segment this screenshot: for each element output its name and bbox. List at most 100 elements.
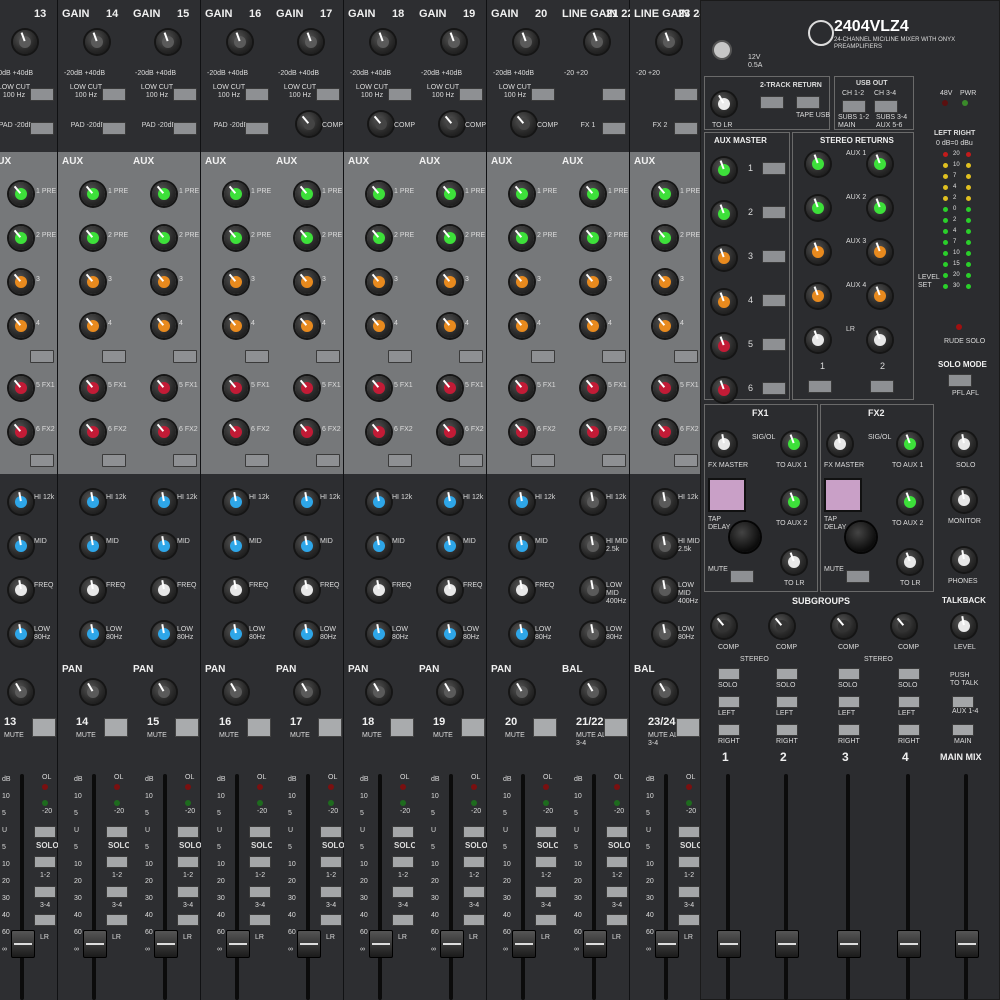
fx-aux56-button[interactable] — [531, 454, 555, 467]
aux-send-knob[interactable] — [224, 314, 248, 338]
assign-34-button[interactable] — [106, 886, 128, 898]
pan-knob[interactable] — [581, 680, 605, 704]
eq-knob[interactable] — [510, 578, 534, 602]
pre-button[interactable] — [388, 350, 412, 363]
aux-send-knob[interactable] — [224, 376, 248, 400]
assign-34-button[interactable] — [392, 886, 414, 898]
pad-button[interactable] — [102, 122, 126, 135]
aux-send-knob[interactable] — [152, 226, 176, 250]
eq-knob[interactable] — [581, 534, 605, 558]
channel-fader[interactable] — [154, 930, 178, 958]
stereo-return-1-solo-button[interactable] — [808, 380, 832, 393]
pre-button[interactable] — [30, 350, 54, 363]
aux-send-knob[interactable] — [367, 420, 391, 444]
assign-34-button[interactable] — [606, 886, 628, 898]
aux-master-solo-button[interactable] — [762, 206, 786, 219]
fx-to-lr-knob[interactable] — [898, 550, 922, 574]
eq-knob[interactable] — [653, 534, 677, 558]
two-track-solo-button[interactable] — [760, 96, 784, 109]
assign-lr-button[interactable] — [249, 914, 271, 926]
assign-lr-button[interactable] — [34, 914, 56, 926]
eq-knob[interactable] — [224, 534, 248, 558]
gain-knob[interactable] — [228, 30, 252, 54]
aux-send-knob[interactable] — [653, 314, 677, 338]
stereo-return-left-knob[interactable] — [806, 152, 830, 176]
aux-send-knob[interactable] — [653, 182, 677, 206]
eq-knob[interactable] — [367, 534, 391, 558]
subgroup-comp-knob[interactable] — [832, 614, 856, 638]
low-cut-button[interactable] — [173, 88, 197, 101]
fx-program-knob[interactable] — [846, 522, 876, 552]
eq-knob[interactable] — [367, 622, 391, 646]
channel-fader[interactable] — [583, 930, 607, 958]
fx-master-knob[interactable] — [712, 432, 736, 456]
subgroup-fader[interactable] — [775, 930, 799, 958]
aux-master-knob[interactable] — [712, 290, 736, 314]
solo-button[interactable] — [535, 826, 557, 838]
gain-knob[interactable] — [585, 30, 609, 54]
eq-knob[interactable] — [9, 490, 33, 514]
aux-send-knob[interactable] — [510, 420, 534, 444]
aux-master-knob[interactable] — [712, 202, 736, 226]
mute-button[interactable] — [104, 718, 128, 737]
subgroup-left-button[interactable] — [838, 696, 860, 708]
pan-knob[interactable] — [9, 680, 33, 704]
assign-12-button[interactable] — [34, 856, 56, 868]
low-cut-button[interactable] — [531, 88, 555, 101]
low-cut-button[interactable] — [316, 88, 340, 101]
aux-master-knob[interactable] — [712, 334, 736, 358]
pre-button[interactable] — [459, 350, 483, 363]
low-cut-button[interactable] — [30, 88, 54, 101]
eq-knob[interactable] — [152, 490, 176, 514]
aux-send-knob[interactable] — [581, 182, 605, 206]
mute-button[interactable] — [461, 718, 485, 737]
low-cut-button[interactable] — [674, 88, 698, 101]
channel-fader[interactable] — [226, 930, 250, 958]
aux-send-knob[interactable] — [438, 270, 462, 294]
assign-34-button[interactable] — [249, 886, 271, 898]
channel-fader[interactable] — [11, 930, 35, 958]
aux-send-knob[interactable] — [653, 226, 677, 250]
aux-send-knob[interactable] — [367, 182, 391, 206]
channel-fader[interactable] — [440, 930, 464, 958]
aux-send-knob[interactable] — [367, 270, 391, 294]
eq-knob[interactable] — [367, 578, 391, 602]
subgroup-right-button[interactable] — [898, 724, 920, 736]
aux-send-knob[interactable] — [81, 314, 105, 338]
eq-knob[interactable] — [152, 534, 176, 558]
fx-aux56-button[interactable] — [245, 454, 269, 467]
stereo-return-2-solo-button[interactable] — [870, 380, 894, 393]
eq-knob[interactable] — [581, 490, 605, 514]
aux-send-knob[interactable] — [9, 226, 33, 250]
aux-send-knob[interactable] — [510, 314, 534, 338]
eq-knob[interactable] — [581, 622, 605, 646]
gain-knob[interactable] — [13, 30, 37, 54]
mute-button[interactable] — [175, 718, 199, 737]
talkback-main-button[interactable] — [952, 724, 974, 736]
assign-34-button[interactable] — [535, 886, 557, 898]
subgroup-fader[interactable] — [837, 930, 861, 958]
pan-knob[interactable] — [224, 680, 248, 704]
pre-button[interactable] — [245, 350, 269, 363]
pre-button[interactable] — [674, 350, 698, 363]
pre-button[interactable] — [316, 350, 340, 363]
subgroup-left-button[interactable] — [898, 696, 920, 708]
talkback-level-knob[interactable] — [952, 614, 976, 638]
fx-aux56-button[interactable] — [316, 454, 340, 467]
assign-lr-button[interactable] — [106, 914, 128, 926]
assign-12-button[interactable] — [320, 856, 342, 868]
assign-34-button[interactable] — [463, 886, 485, 898]
fx-aux56-button[interactable] — [173, 454, 197, 467]
solo-button[interactable] — [392, 826, 414, 838]
channel-fader[interactable] — [655, 930, 679, 958]
low-cut-button[interactable] — [459, 88, 483, 101]
assign-34-button[interactable] — [34, 886, 56, 898]
aux-master-solo-button[interactable] — [762, 294, 786, 307]
subgroup-comp-knob[interactable] — [712, 614, 736, 638]
eq-knob[interactable] — [295, 534, 319, 558]
eq-knob[interactable] — [510, 490, 534, 514]
aux-send-knob[interactable] — [510, 182, 534, 206]
aux-send-knob[interactable] — [81, 376, 105, 400]
eq-knob[interactable] — [438, 622, 462, 646]
aux-send-knob[interactable] — [9, 314, 33, 338]
